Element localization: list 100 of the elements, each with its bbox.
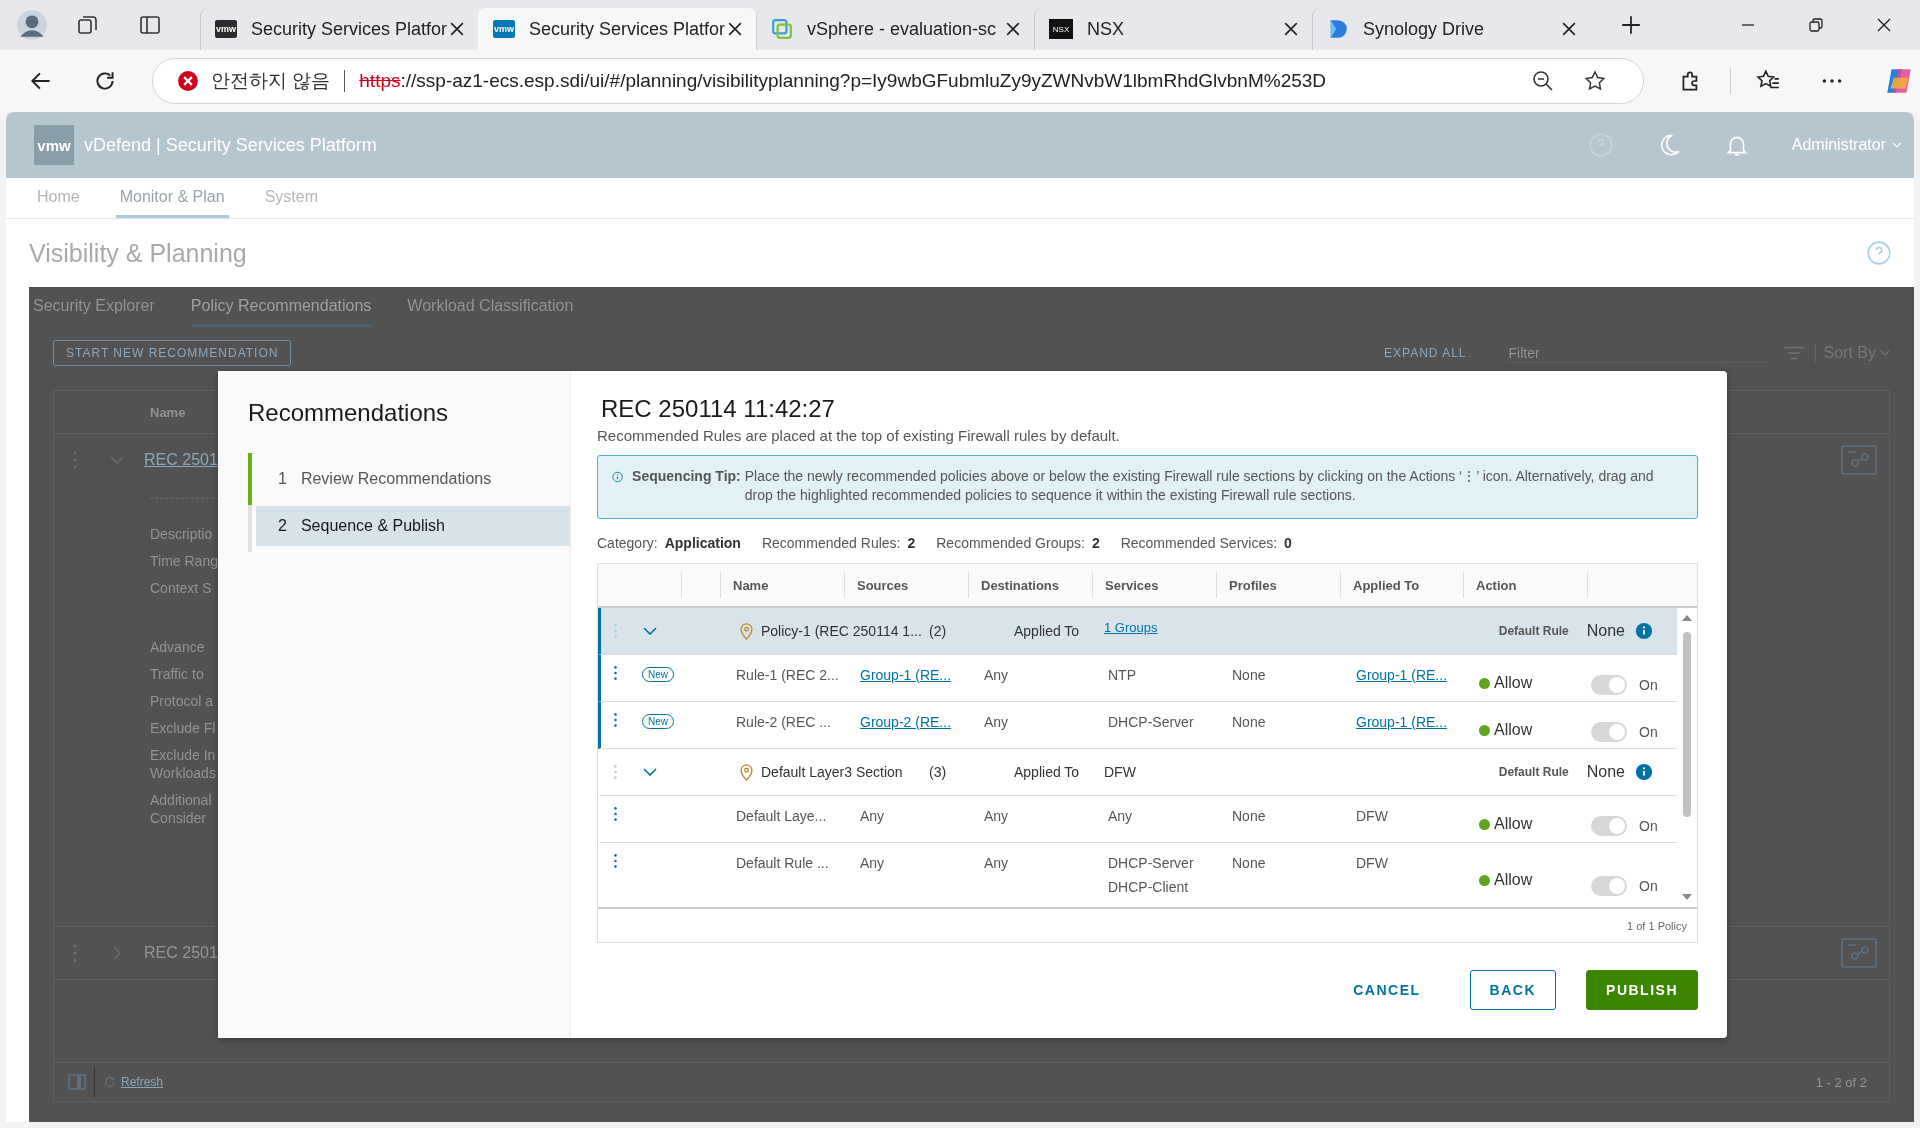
table-footer-text: 1 of 1 Policy (1627, 919, 1687, 932)
stat-label: Recommended Rules: (761, 535, 901, 551)
detail-label: Context S (150, 579, 212, 597)
vmw-logo-icon: vmw (493, 20, 515, 38)
column-header: Applied To (1340, 572, 1463, 598)
source-value[interactable]: Group-1 (RE... (860, 667, 952, 683)
detail-label: Exclude Fl (150, 719, 216, 737)
source-value: Any (860, 855, 885, 871)
start-recommendation-button[interactable]: START NEW RECOMMENDATION (53, 340, 292, 366)
stat-label: Recommended Services: (1120, 535, 1278, 551)
dialog-button[interactable]: CANCEL (1334, 970, 1440, 1010)
stat-label: Category: (597, 535, 658, 551)
profile-value: None (1232, 855, 1266, 871)
security-warning[interactable]: 안전하지 않음 (211, 68, 331, 94)
action-value: Allow (1494, 721, 1533, 739)
applied-to-value: DFW (1356, 808, 1388, 824)
destination-value: Any (984, 667, 1009, 683)
browser-tab[interactable]: vmw Security Services Platfor (478, 8, 756, 50)
pagination-text: 1 - 2 of 2 (1815, 1074, 1867, 1090)
stat-label: Recommended Groups: (936, 535, 1085, 551)
refresh-link[interactable]: Refresh (121, 1075, 164, 1089)
tip-label: Sequencing Tip: (632, 467, 741, 486)
applied-to-value: DFW (1104, 764, 1136, 780)
action-value: Allow (1494, 674, 1533, 692)
destination-value: Any (984, 714, 1009, 730)
dialog-subtitle: Recommended Rules are placed at the top of existing Firewall rules by default. (597, 427, 1121, 444)
dialog-button[interactable]: PUBLISH (1586, 970, 1698, 1010)
tab-title: Security Services Platfor (529, 18, 727, 40)
applied-to-label: Applied To (1014, 623, 1081, 639)
column-header: Sources (844, 572, 968, 598)
dialog-button[interactable]: BACK (1469, 970, 1557, 1010)
default-rule-label: Default Rule (1498, 765, 1569, 779)
rule-name: Rule-2 (REC ... (736, 714, 831, 730)
profile-value: None (1232, 808, 1266, 824)
tab-title: NSX (1087, 18, 1125, 40)
applied-to-value[interactable]: 1 Groups (1104, 619, 1158, 635)
service-value: Any (1108, 808, 1133, 824)
policy-row[interactable]: Default Layer3 Section (3) Applied To DFW Default Rule None (598, 749, 1677, 796)
detail-label: Advance (150, 638, 205, 656)
source-value[interactable]: Group-2 (RE... (860, 714, 952, 730)
rule-row[interactable]: New Rule-1 (REC 2... Group-1 (RE... Any NTP None Group-1 (RE... Allow On (598, 655, 1677, 702)
tab-title: vSphere - evaluation-sc (807, 18, 998, 40)
tab-title: Security Services Platfor (251, 18, 449, 40)
profile-value: None (1232, 714, 1266, 730)
rule-name: Default Rule ... (736, 855, 829, 871)
applied-to-value[interactable]: Group-1 (RE... (1356, 667, 1448, 683)
stat-value: Application (664, 535, 741, 551)
detail-label: Additional Consider (150, 791, 212, 827)
filter-field[interactable]: Filter (1506, 343, 1771, 363)
column-header: Destinations (968, 572, 1092, 598)
column-header: Profiles (1216, 572, 1340, 598)
applied-to-value: DFW (1356, 855, 1388, 871)
stat-value: 0 (1284, 535, 1292, 551)
source-value: Any (860, 808, 885, 824)
nsx-logo-icon: NSX (1049, 19, 1073, 39)
policy-row[interactable]: Policy-1 (REC 250114 1... (2) Applied To 1 Groups Default Rule None (598, 608, 1677, 655)
dialog-title: REC 250114 11:42:27 (601, 395, 836, 423)
policy-name: Policy-1 (REC 250114 1... (761, 623, 923, 639)
detail-label: Time Rang (150, 552, 218, 570)
action-value: Allow (1494, 815, 1533, 833)
column-header: Name (150, 404, 186, 420)
default-rule-value: None (1586, 763, 1625, 781)
vmw-logo: vmw (34, 125, 74, 165)
profile-value: None (1232, 667, 1266, 683)
url-text: https://ssp-az1-ecs.esp.sdi/ui/#/planning/visibilityplanning?p=Iy9wbGFubmluZy9yZWNvbW1lbmRhdGlvbnM%253D (359, 70, 1328, 92)
toggle-label: On (1639, 818, 1658, 834)
service-value: DHCP-Server (1108, 855, 1194, 871)
stat-value: 2 (907, 535, 916, 551)
destination-value: Any (984, 855, 1009, 871)
column-header: Action (1463, 572, 1587, 598)
tab-title: Synology Drive (1363, 18, 1486, 40)
rule-row[interactable]: Default Rule ... Any Any DHCP-Server DHCP-Client None DFW Allow On (598, 843, 1677, 907)
rule-name: Default Laye... (736, 808, 827, 824)
toggle-label: On (1639, 878, 1658, 894)
detail-label: Descriptio (150, 525, 213, 543)
rule-count: (3) (929, 764, 948, 780)
service-value: DHCP-Server (1108, 714, 1194, 730)
detail-label: Traffic to (150, 665, 204, 683)
content-tab[interactable]: Policy Recommendations (190, 287, 372, 327)
rule-count: (2) (929, 623, 948, 639)
applied-to-label: Applied To (1014, 764, 1081, 780)
address-field[interactable]: 안전하지 않음 https://ssp-az1-ecs.esp.sdi/ui/#/planning/visibilityplanning?p=Iy9wbGFubmluZy9yZWNvbW1lbmRhdGlvbnM%253D (152, 58, 1644, 104)
rule-row[interactable]: Default Laye... Any Any Any None DFW Allow On (598, 796, 1677, 843)
policy-name: Default Layer3 Section (761, 764, 904, 780)
rule-row[interactable]: New Rule-2 (REC ... Group-2 (RE... Any DHCP-Server None Group-1 (RE... Allow On (598, 702, 1677, 749)
page-title: Visibility & Planning (29, 238, 247, 268)
wizard-step[interactable]: 1 Review Recommendations (256, 453, 570, 505)
default-rule-label: Default Rule (1498, 624, 1569, 638)
expand-all-link[interactable]: EXPAND ALL (1384, 346, 1467, 360)
app-title: vDefend | Security Services Platform (84, 134, 377, 156)
column-header: Name (720, 572, 844, 598)
service-value: DHCP-Client (1108, 879, 1189, 895)
dialog-heading: Recommendations (248, 399, 450, 427)
action-value: Allow (1494, 871, 1533, 889)
toggle-label: On (1639, 677, 1658, 693)
wizard-step[interactable]: 2 Sequence & Publish (256, 506, 570, 546)
rule-name: Rule-1 (REC 2... (736, 667, 839, 683)
stat-value: 2 (1091, 535, 1100, 551)
applied-to-value[interactable]: Group-1 (RE... (1356, 714, 1448, 730)
recommendation-link[interactable]: REC 2501 (144, 451, 218, 469)
